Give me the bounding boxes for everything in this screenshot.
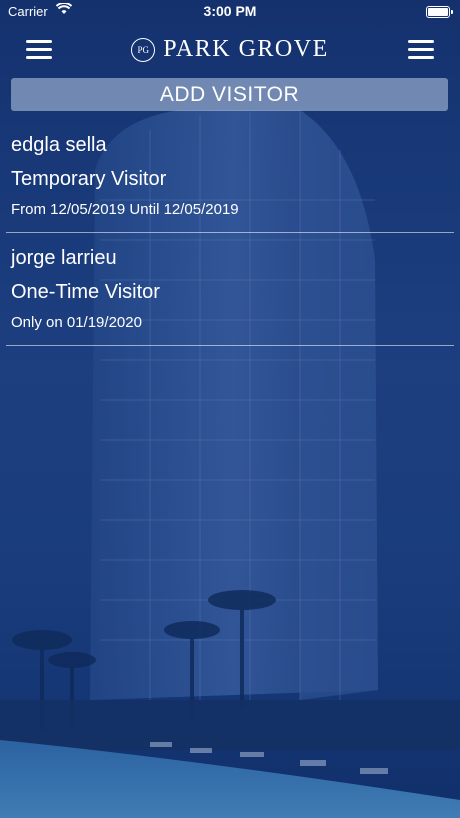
divider (6, 345, 454, 346)
nav-bar: PG PARK GROVE (0, 30, 460, 74)
menu-right-hamburger-icon[interactable] (408, 40, 434, 60)
visitor-name: edgla sella (11, 134, 107, 156)
status-time: 3:00 PM (203, 3, 257, 19)
visitor-type: Temporary Visitor (11, 168, 167, 190)
visitor-list: edgla sella Temporary Visitor From 12/05… (0, 120, 460, 346)
list-item[interactable]: jorge larrieu One-Time Visitor Only on 0… (0, 233, 460, 345)
battery-icon (426, 6, 453, 18)
visitor-dates: From 12/05/2019 Until 12/05/2019 (11, 201, 239, 218)
status-bar: Carrier 3:00 PM (0, 0, 460, 24)
visitor-dates: Only on 01/19/2020 (11, 314, 142, 331)
brand-logo-icon: PG (131, 37, 156, 62)
list-item[interactable]: edgla sella Temporary Visitor From 12/05… (0, 120, 460, 232)
visitor-name: jorge larrieu (11, 247, 117, 269)
brand: PG PARK GROVE (0, 36, 460, 63)
brand-name: PARK GROVE (163, 36, 329, 62)
add-visitor-button[interactable]: ADD VISITOR (11, 78, 448, 111)
visitor-type: One-Time Visitor (11, 281, 160, 303)
